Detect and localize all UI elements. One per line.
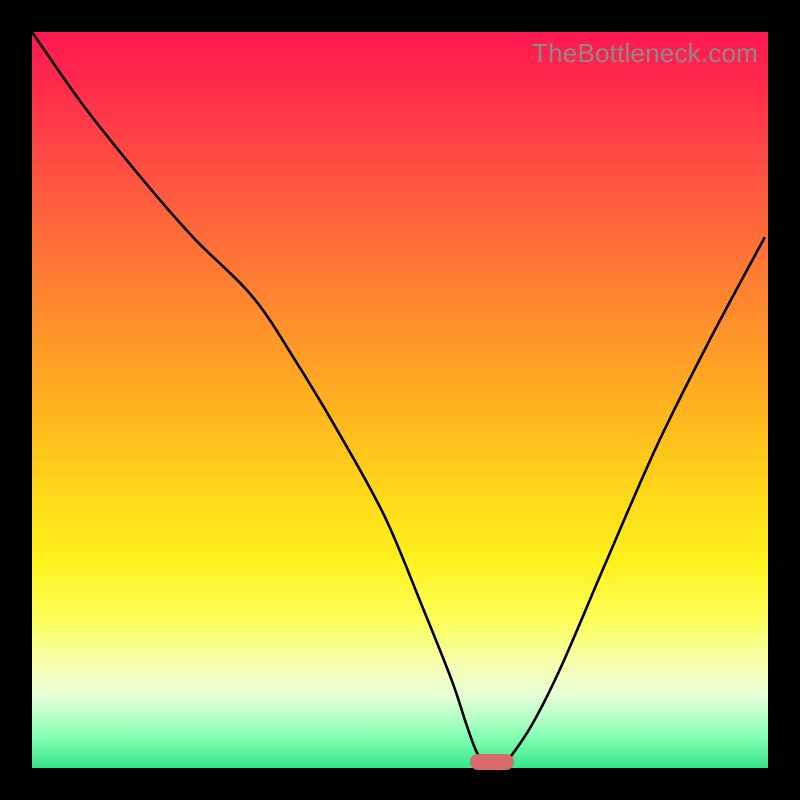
bottleneck-curve (32, 32, 768, 768)
chart-frame: TheBottleneck.com (0, 0, 800, 800)
optimal-point-marker (470, 754, 514, 770)
plot-area: TheBottleneck.com (32, 32, 768, 768)
